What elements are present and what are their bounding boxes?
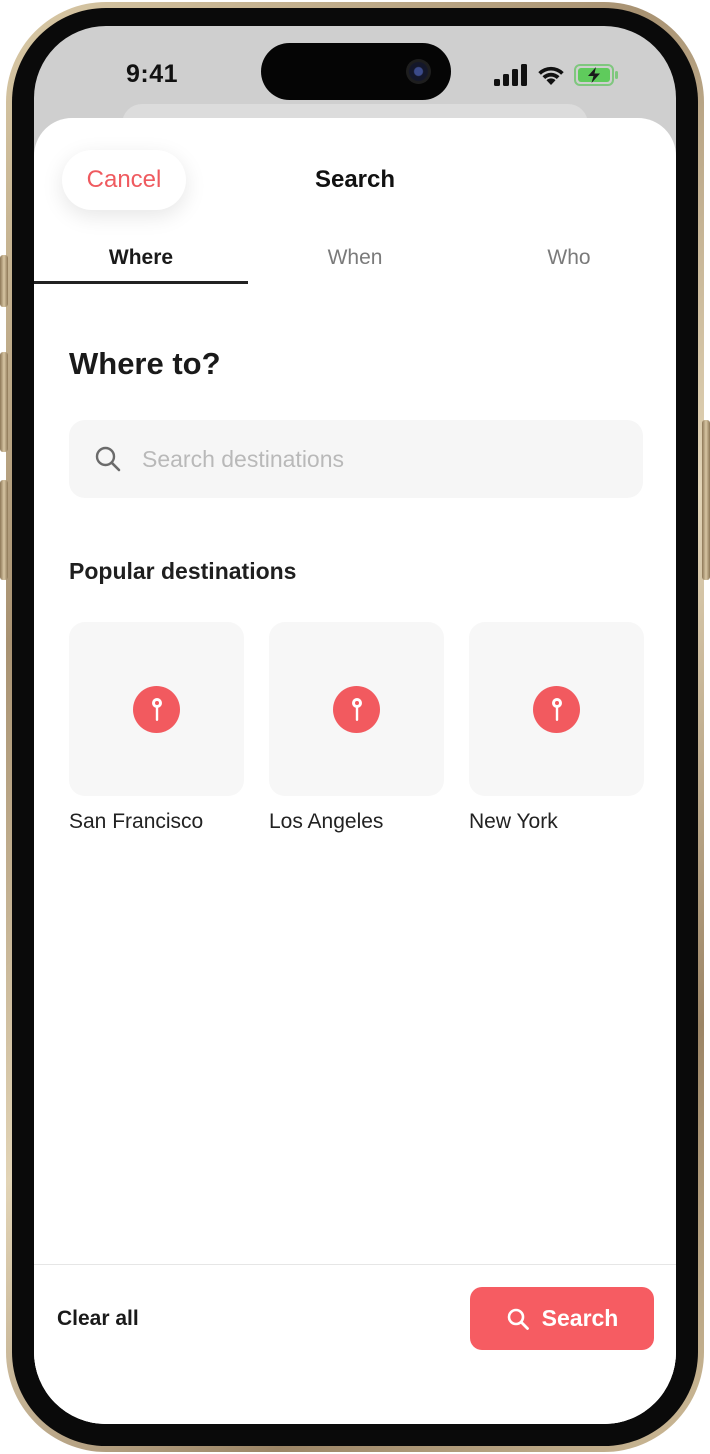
action-button bbox=[0, 255, 8, 307]
volume-up-button bbox=[0, 352, 8, 452]
map-pin-icon bbox=[533, 685, 580, 733]
search-input[interactable] bbox=[140, 444, 610, 474]
search-button-label: Search bbox=[541, 1305, 619, 1331]
destination-card-los-angeles[interactable]: Los Angeles bbox=[269, 622, 444, 834]
destination-tile bbox=[269, 622, 444, 796]
search-icon bbox=[507, 1308, 529, 1330]
destination-name: San Francisco bbox=[69, 810, 204, 833]
destination-name: New York bbox=[469, 810, 558, 833]
tab-where[interactable]: Where bbox=[34, 234, 248, 284]
search-icon bbox=[94, 445, 122, 473]
page-heading: Where to? bbox=[69, 346, 221, 381]
wifi-icon bbox=[538, 66, 564, 85]
destination-list: San Francisco Los Angeles New York bbox=[69, 622, 644, 834]
destination-tile bbox=[69, 622, 244, 796]
destination-card-new-york[interactable]: New York bbox=[469, 622, 644, 834]
power-button bbox=[702, 420, 710, 580]
clear-all-button[interactable]: Clear all bbox=[57, 1307, 139, 1331]
screen: 9:41 Cancel Search Where When Who Where … bbox=[34, 26, 676, 1424]
tab-who[interactable]: Who bbox=[462, 234, 676, 284]
battery-charging-icon bbox=[574, 64, 618, 86]
dynamic-island bbox=[261, 43, 451, 100]
status-time: 9:41 bbox=[126, 60, 179, 88]
status-icons bbox=[494, 64, 620, 86]
search-sheet: Cancel Search Where When Who Where to? P… bbox=[34, 118, 676, 1424]
sheet-title: Search bbox=[314, 166, 396, 193]
search-field[interactable] bbox=[69, 420, 643, 498]
destination-tile bbox=[469, 622, 644, 796]
volume-down-button bbox=[0, 480, 8, 580]
footer-bar: Clear all Search bbox=[34, 1264, 676, 1424]
camera-icon bbox=[406, 59, 431, 84]
map-pin-icon bbox=[133, 685, 180, 733]
map-pin-icon bbox=[333, 685, 380, 733]
tab-bar: Where When Who bbox=[34, 234, 676, 284]
popular-destinations-title: Popular destinations bbox=[69, 558, 297, 584]
cellular-signal-icon bbox=[494, 64, 527, 86]
destination-name: Los Angeles bbox=[269, 810, 384, 833]
search-button[interactable]: Search bbox=[470, 1287, 654, 1350]
tab-when[interactable]: When bbox=[248, 234, 462, 284]
destination-card-san-francisco[interactable]: San Francisco bbox=[69, 622, 244, 834]
